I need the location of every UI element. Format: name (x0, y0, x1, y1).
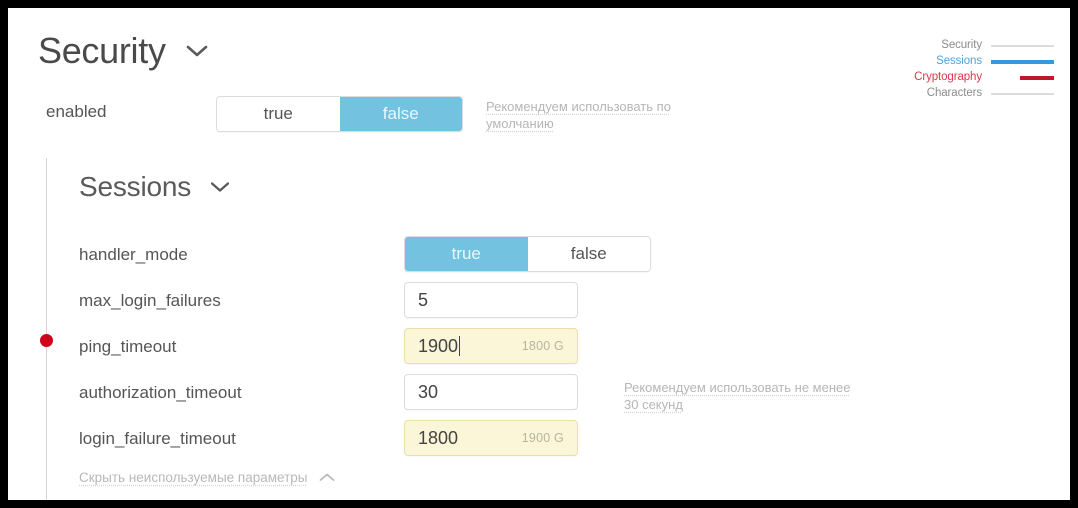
field-row-authorization-timeout: authorization_timeout 30 Рекомендуем исп… (79, 374, 1019, 416)
legend-label-cryptography: Cryptography (914, 71, 982, 83)
input-max-login-failures[interactable]: 5 (404, 282, 578, 318)
section-rail (46, 158, 47, 500)
field-control-handler-mode: true false (404, 236, 651, 272)
toggle-enabled-option-true[interactable]: true (217, 97, 340, 131)
legend-bar-cryptography (1020, 75, 1054, 80)
legend-bar-wrap-sessions (982, 54, 1054, 69)
legend-bar-sessions (991, 59, 1054, 64)
field-row-login-failure-timeout: login_failure_timeout 1800 1900 G (79, 420, 1019, 462)
hint-authorization-timeout: Рекомендуем использовать не менее 30 сек… (624, 380, 851, 412)
legend-bar-wrap-security (982, 38, 1054, 53)
security-section-header[interactable]: Security (38, 30, 210, 72)
input-value-login-failure-timeout: 1800 (418, 427, 459, 448)
field-label-authorization-timeout: authorization_timeout (79, 383, 242, 402)
legend-bar-wrap-cryptography (982, 70, 1054, 85)
field-label-enabled: enabled (46, 102, 107, 121)
field-label-handler-mode: handler_mode (79, 245, 188, 264)
field-control-authorization-timeout: 30 (404, 374, 578, 410)
hide-unused-params-label: Скрыть неиспользуемые параметры (79, 470, 308, 485)
field-label-max-login-failures: max_login_failures (79, 291, 221, 310)
input-ping-timeout[interactable]: 1900 1800 G (404, 328, 578, 364)
legend-item-security[interactable]: Security (904, 38, 1054, 53)
legend-label-sessions: Sessions (936, 55, 982, 67)
legend-label-security: Security (941, 39, 982, 51)
section-nav-legend: Security Sessions Cryptography Character… (904, 38, 1054, 102)
app-window: Security Sessions Cryptography Character… (8, 8, 1070, 500)
toggle-enabled[interactable]: true false (216, 96, 463, 132)
field-control-ping-timeout: 1900 1800 G (404, 328, 578, 364)
sessions-title: Sessions (79, 171, 192, 202)
field-label-login-failure-timeout: login_failure_timeout (79, 429, 236, 448)
field-control-max-login-failures: 5 (404, 282, 578, 318)
hide-unused-params-link[interactable]: Скрыть неиспользуемые параметры (79, 470, 336, 485)
input-value-max-login-failures: 5 (418, 289, 429, 310)
legend-item-cryptography[interactable]: Cryptography (904, 70, 1054, 85)
field-row-enabled: enabled true false Рекомендуем использов… (8, 96, 1070, 132)
toggle-enabled-option-false[interactable]: false (339, 97, 462, 131)
input-secondary-ping-timeout: 1800 G (521, 339, 564, 353)
toggle-handler-mode[interactable]: true false (404, 236, 651, 272)
chevron-down-icon[interactable] (184, 43, 210, 59)
input-authorization-timeout[interactable]: 30 (404, 374, 578, 410)
field-row-handler-mode: handler_mode true false (79, 236, 1019, 278)
chevron-up-icon[interactable] (318, 472, 336, 483)
input-secondary-login-failure-timeout: 1900 G (521, 431, 564, 445)
toggle-handler-mode-option-true[interactable]: true (405, 237, 528, 271)
text-caret (459, 336, 461, 356)
legend-bar-security (991, 44, 1054, 47)
field-row-ping-timeout: ping_timeout 1900 1800 G (79, 328, 1019, 370)
field-control-login-failure-timeout: 1800 1900 G (404, 420, 578, 456)
hint-enabled: Рекомендуем использовать по умолчанию (486, 99, 671, 131)
page-title: Security (38, 30, 166, 71)
toggle-handler-mode-option-false[interactable]: false (527, 237, 650, 271)
input-value-ping-timeout: 1900 (418, 335, 459, 356)
field-row-max-login-failures: max_login_failures 5 (79, 282, 1019, 324)
field-label-ping-timeout: ping_timeout (79, 337, 177, 356)
chevron-down-icon[interactable] (209, 180, 231, 194)
input-value-authorization-timeout: 30 (418, 381, 439, 402)
sessions-section: Sessions handler_mode true false max_log… (40, 158, 1070, 500)
legend-bar-characters (991, 92, 1054, 95)
sessions-section-header[interactable]: Sessions (79, 170, 231, 204)
legend-item-sessions[interactable]: Sessions (904, 54, 1054, 69)
modified-marker-dot (40, 334, 53, 347)
input-login-failure-timeout[interactable]: 1800 1900 G (404, 420, 578, 456)
